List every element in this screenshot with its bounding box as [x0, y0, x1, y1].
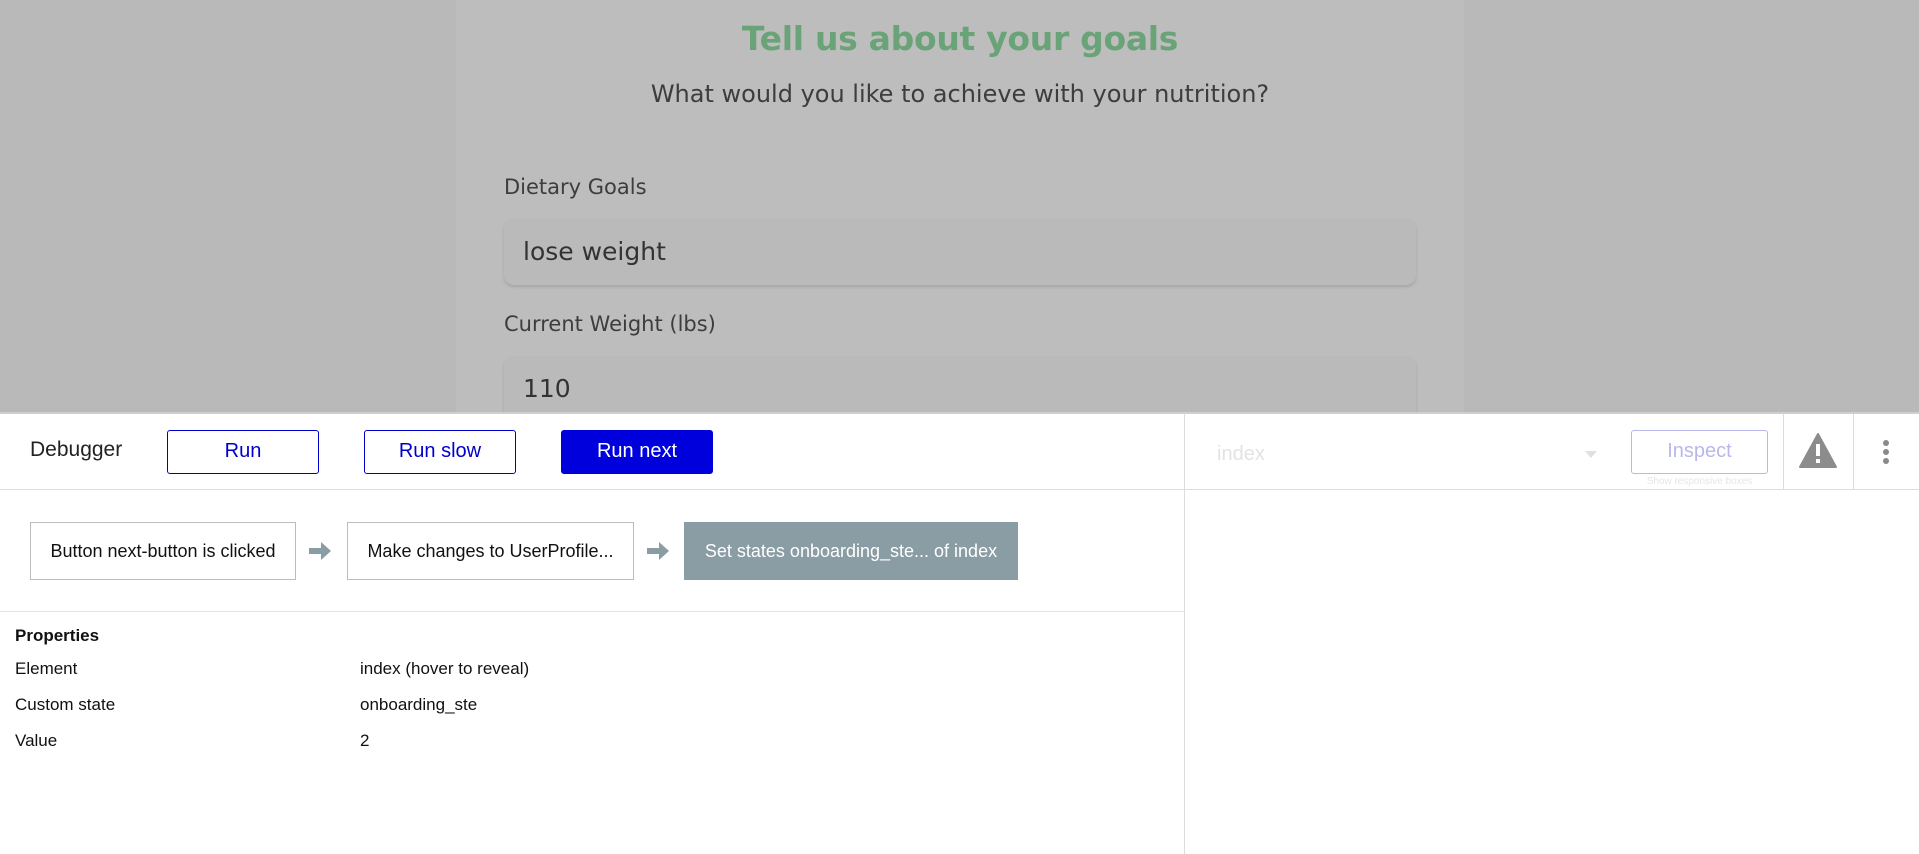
debugger-title: Debugger: [30, 438, 123, 461]
property-value: onboarding_ste: [360, 695, 478, 714]
page-title: Tell us about your goals: [741, 19, 1179, 58]
element-select[interactable]: index: [1217, 434, 1597, 474]
inspect-button[interactable]: Inspect: [1631, 430, 1768, 474]
properties-heading: Properties: [15, 626, 100, 645]
property-key: Custom state: [15, 695, 116, 714]
chevron-down-icon: [1585, 451, 1597, 458]
workflow-step[interactable]: Button next-button is clicked: [30, 522, 296, 580]
toolbar-divider: [1783, 414, 1784, 490]
workflow-step[interactable]: Make changes to UserProfile...: [347, 522, 634, 580]
property-key: Element: [15, 659, 78, 678]
current-weight-label: Current Weight (lbs): [504, 312, 716, 336]
debugger-toolbar: Debugger Run Run slow Run next index Ins…: [0, 414, 1919, 490]
property-key: Value: [15, 731, 58, 750]
property-row: Custom state onboarding_ste: [15, 695, 1165, 721]
more-vertical-icon[interactable]: [1880, 440, 1892, 468]
arrow-right-icon: [645, 540, 671, 562]
property-value: 2: [360, 731, 370, 750]
warning-icon[interactable]: [1798, 432, 1838, 470]
onboarding-card: Tell us about your goals What would you …: [456, 0, 1464, 412]
show-responsive-boxes-link[interactable]: Show responsive boxes: [1636, 476, 1763, 487]
panel-divider: [1184, 414, 1185, 854]
property-row: Element index (hover to reveal): [15, 659, 1165, 685]
property-row: Value 2: [15, 731, 1165, 757]
arrow-right-icon: [307, 540, 333, 562]
dietary-goals-label: Dietary Goals: [504, 175, 647, 199]
debugger-panel: Debugger Run Run slow Run next index Ins…: [0, 412, 1919, 854]
properties-section: Properties Element index (hover to revea…: [0, 612, 1184, 854]
element-select-value: index: [1217, 443, 1265, 465]
app-preview: Tell us about your goals What would you …: [0, 0, 1919, 412]
run-slow-button[interactable]: Run slow: [364, 430, 516, 474]
run-button[interactable]: Run: [167, 430, 319, 474]
run-next-button[interactable]: Run next: [561, 430, 713, 474]
property-value[interactable]: index (hover to reveal): [360, 659, 529, 679]
dietary-goals-input[interactable]: lose weight: [504, 219, 1416, 285]
workflow-step-active[interactable]: Set states onboarding_ste... of index: [684, 522, 1018, 580]
workflow-steps: Button next-button is clicked Make chang…: [0, 490, 1184, 612]
toolbar-divider: [1853, 414, 1854, 490]
page-subtitle: What would you like to achieve with your…: [650, 80, 1270, 108]
current-weight-input[interactable]: 110: [504, 356, 1416, 412]
